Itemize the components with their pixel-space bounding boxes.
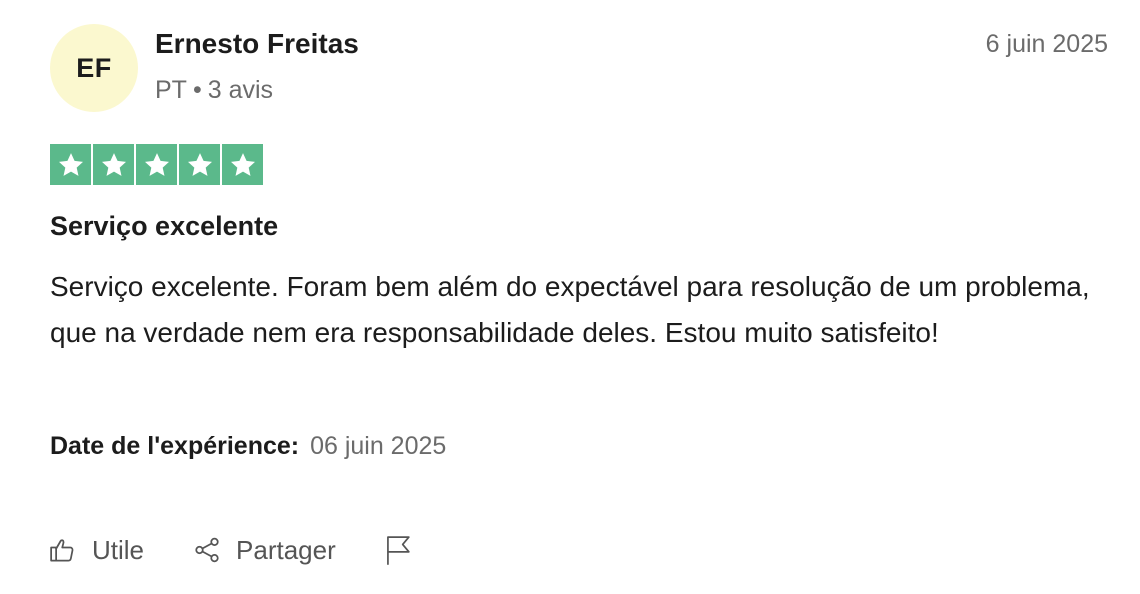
avatar-initials: EF [76,52,112,83]
review-body: Serviço excelente. Foram bem além do exp… [50,271,1090,348]
experience-date-label: Date de l'expérience: [50,432,300,460]
star-icon [50,144,91,185]
share-button[interactable]: Partager [192,535,336,566]
useful-button[interactable]: Utile [48,535,144,566]
report-button[interactable] [384,534,414,566]
review-actions: Utile Partager [48,530,414,570]
reviewer-meta: PT • 3 avis [155,76,273,105]
star-icon [222,144,263,185]
avatar[interactable]: EF [50,24,138,112]
experience-date-value: 06 juin 2025 [310,432,447,460]
thumbs-up-icon [48,535,78,565]
meta-separator: • [192,76,202,104]
review-title: Serviço excelente [50,211,279,241]
star-icon [93,144,134,185]
reviewer-name[interactable]: Ernesto Freitas [155,28,359,60]
review-date: 6 juin 2025 [985,30,1108,58]
star-rating [50,144,263,186]
share-icon [192,535,222,565]
review-card: EF Ernesto Freitas PT • 3 avis 6 juin 2025… [0,0,1140,594]
star-icon [179,144,220,185]
star-icon [136,144,177,185]
flag-icon [384,534,414,566]
reviewer-country: PT [155,76,187,104]
useful-label: Utile [92,534,145,565]
reviewer-review-count: 3 avis [207,76,274,104]
share-label: Partager [236,534,336,565]
experience-date: Date de l'expérience: 06 juin 2025 [50,432,446,461]
